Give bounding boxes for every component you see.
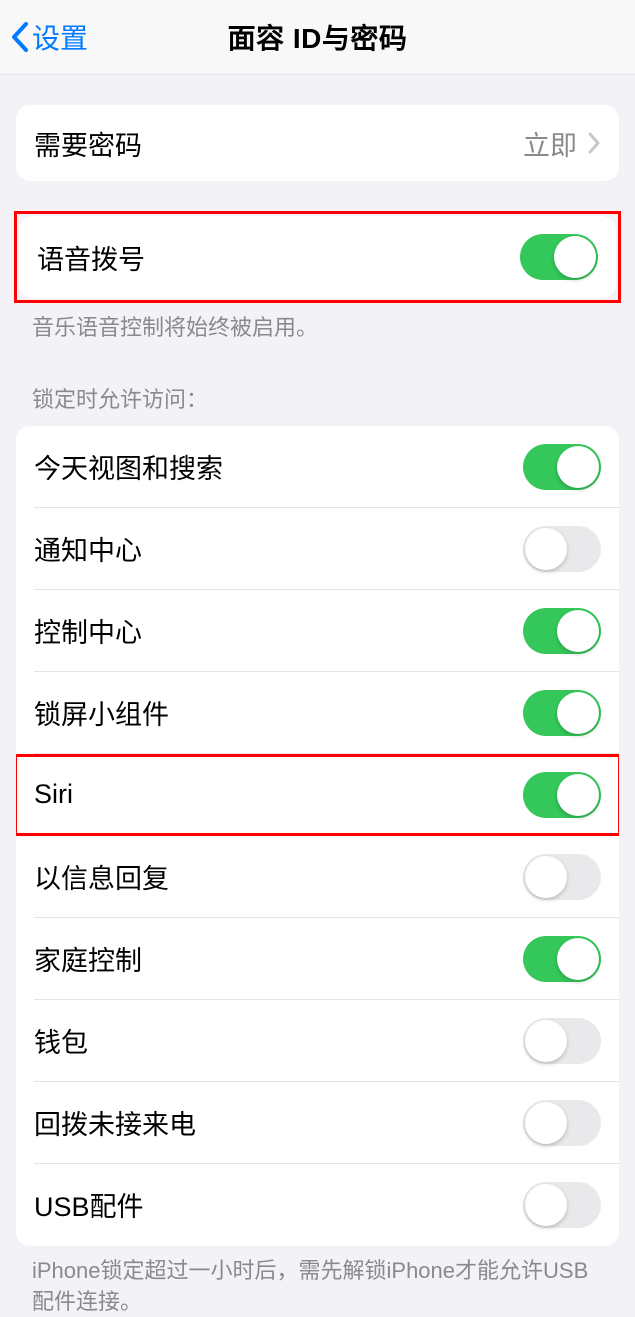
lock-access-row: Siri bbox=[16, 754, 619, 836]
lock-access-label: 以信息回复 bbox=[34, 857, 169, 896]
lock-access-label: 控制中心 bbox=[34, 611, 142, 650]
siri-row-highlight: Siri bbox=[16, 754, 619, 836]
toggle-knob bbox=[557, 938, 599, 980]
lock-access-label: Siri bbox=[34, 779, 73, 810]
lock-access-group: 今天视图和搜索通知中心控制中心锁屏小组件 Siri 以信息回复家庭控制钱包回拨未接来… bbox=[16, 426, 619, 1246]
chevron-right-icon bbox=[587, 131, 601, 155]
voice-dial-group: 语音拨号 bbox=[19, 216, 616, 298]
toggle-knob bbox=[557, 610, 599, 652]
toggle-knob bbox=[557, 446, 599, 488]
require-passcode-label: 需要密码 bbox=[34, 124, 142, 163]
lock-access-label: 锁屏小组件 bbox=[34, 693, 169, 732]
lock-access-row: 锁屏小组件 bbox=[16, 672, 619, 754]
require-passcode-detail: 立即 bbox=[523, 124, 601, 163]
lock-access-label: USB配件 bbox=[34, 1185, 144, 1224]
lock-access-toggle[interactable] bbox=[523, 772, 601, 818]
lock-access-row: 回拨未接来电 bbox=[16, 1082, 619, 1164]
voice-dial-label: 语音拨号 bbox=[37, 238, 145, 277]
lock-access-row: USB配件 bbox=[16, 1164, 619, 1246]
content-area: 需要密码 立即 语音拨号 音乐语音控制将始终被启用。 锁定时允许访问： 今天 bbox=[0, 105, 635, 1317]
voice-dial-footer: 音乐语音控制将始终被启用。 bbox=[0, 303, 635, 344]
lock-access-label: 今天视图和搜索 bbox=[34, 447, 223, 486]
toggle-knob bbox=[525, 1184, 567, 1226]
require-passcode-group: 需要密码 立即 bbox=[16, 105, 619, 181]
toggle-knob bbox=[525, 856, 567, 898]
toggle-knob bbox=[525, 528, 567, 570]
lock-access-toggle[interactable] bbox=[523, 1018, 601, 1064]
lock-access-label: 钱包 bbox=[34, 1021, 88, 1060]
header-bar: 设置 面容 ID与密码 bbox=[0, 0, 635, 75]
toggle-knob bbox=[554, 236, 596, 278]
lock-access-toggle[interactable] bbox=[523, 1182, 601, 1228]
lock-access-toggle[interactable] bbox=[523, 444, 601, 490]
back-button[interactable]: 设置 bbox=[0, 17, 88, 57]
toggle-knob bbox=[525, 1102, 567, 1144]
lock-access-row: 钱包 bbox=[16, 1000, 619, 1082]
lock-access-row: 家庭控制 bbox=[16, 918, 619, 1000]
lock-access-row: 通知中心 bbox=[16, 508, 619, 590]
voice-dial-group-highlight: 语音拨号 bbox=[14, 211, 621, 303]
toggle-knob bbox=[557, 692, 599, 734]
lock-access-toggle[interactable] bbox=[523, 936, 601, 982]
chevron-left-icon bbox=[10, 20, 30, 54]
lock-access-toggle[interactable] bbox=[523, 526, 601, 572]
lock-access-footer: iPhone锁定超过一小时后，需先解锁iPhone才能允许USB配件连接。 bbox=[0, 1246, 635, 1317]
voice-dial-row: 语音拨号 bbox=[19, 216, 616, 298]
lock-access-header: 锁定时允许访问： bbox=[0, 382, 635, 422]
lock-access-label: 回拨未接来电 bbox=[34, 1103, 196, 1142]
lock-access-label: 家庭控制 bbox=[34, 939, 142, 978]
lock-access-toggle[interactable] bbox=[523, 854, 601, 900]
require-passcode-value: 立即 bbox=[523, 124, 577, 163]
voice-dial-toggle[interactable] bbox=[520, 234, 598, 280]
lock-access-toggle[interactable] bbox=[523, 690, 601, 736]
lock-access-toggle[interactable] bbox=[523, 608, 601, 654]
toggle-knob bbox=[525, 1020, 567, 1062]
lock-access-label: 通知中心 bbox=[34, 529, 142, 568]
lock-access-row: 今天视图和搜索 bbox=[16, 426, 619, 508]
lock-access-row: 以信息回复 bbox=[16, 836, 619, 918]
back-label: 设置 bbox=[32, 17, 88, 57]
page-title: 面容 ID与密码 bbox=[228, 17, 408, 57]
require-passcode-row[interactable]: 需要密码 立即 bbox=[16, 105, 619, 181]
toggle-knob bbox=[557, 774, 599, 816]
lock-access-toggle[interactable] bbox=[523, 1100, 601, 1146]
lock-access-row: 控制中心 bbox=[16, 590, 619, 672]
